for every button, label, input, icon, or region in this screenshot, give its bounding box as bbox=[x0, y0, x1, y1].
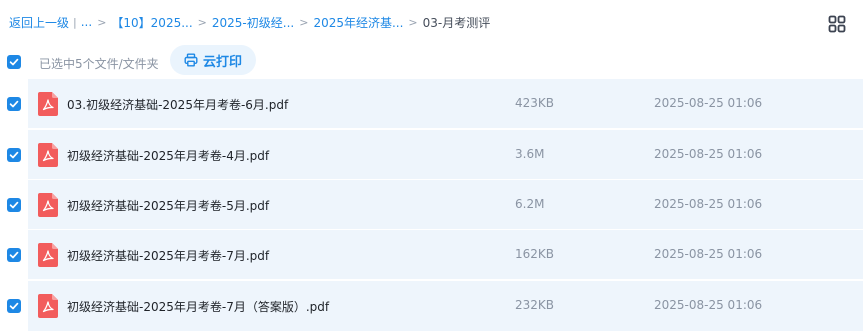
pdf-file-icon bbox=[38, 243, 58, 267]
printer-icon bbox=[184, 53, 198, 67]
file-name[interactable]: 初级经济基础-2025年月考卷-7月.pdf bbox=[67, 247, 269, 264]
file-checkbox[interactable] bbox=[7, 299, 21, 313]
breadcrumb-separator: > bbox=[197, 15, 207, 29]
file-row[interactable]: 初级经济基础-2025年月考卷-7月.pdf 162KB 2025-08-25 … bbox=[0, 230, 863, 280]
file-checkbox[interactable] bbox=[7, 248, 21, 262]
file-date: 2025-08-25 01:06 bbox=[654, 147, 763, 161]
breadcrumb-item-1[interactable]: 【10】2025... bbox=[111, 14, 192, 31]
selection-count: 已选中5个文件/文件夹 bbox=[39, 57, 159, 71]
file-checkbox[interactable] bbox=[7, 198, 21, 212]
file-checkbox[interactable] bbox=[7, 97, 21, 111]
checkmark-icon bbox=[9, 100, 19, 108]
checkmark-icon bbox=[9, 201, 19, 209]
file-row[interactable]: 初级经济基础-2025年月考卷-4月.pdf 3.6M 2025-08-25 0… bbox=[0, 130, 863, 180]
breadcrumb-item-3[interactable]: 2025年经济基... bbox=[313, 14, 403, 31]
file-name[interactable]: 03.初级经济基础-2025年月考卷-6月.pdf bbox=[67, 96, 288, 113]
file-date: 2025-08-25 01:06 bbox=[654, 298, 763, 312]
breadcrumb-separator: > bbox=[97, 15, 107, 29]
file-size: 3.6M bbox=[515, 147, 545, 161]
checkmark-icon bbox=[9, 302, 19, 310]
grid-view-icon[interactable] bbox=[828, 15, 846, 33]
cloud-print-button[interactable]: 云打印 bbox=[170, 45, 256, 75]
row-divider bbox=[28, 128, 863, 129]
pdf-file-icon bbox=[38, 143, 58, 167]
breadcrumb-divider: | bbox=[73, 15, 77, 29]
breadcrumb-separator: > bbox=[408, 15, 418, 29]
pdf-file-icon bbox=[38, 193, 58, 217]
file-size: 232KB bbox=[515, 298, 555, 312]
breadcrumb-item-2[interactable]: 2025-初级经... bbox=[212, 14, 294, 31]
breadcrumb-ellipsis[interactable]: ... bbox=[81, 15, 92, 29]
file-name[interactable]: 初级经济基础-2025年月考卷-4月.pdf bbox=[67, 147, 269, 164]
pdf-file-icon bbox=[38, 92, 58, 116]
back-link[interactable]: 返回上一级 bbox=[9, 14, 69, 31]
file-name[interactable]: 初级经济基础-2025年月考卷-5月.pdf bbox=[67, 197, 269, 214]
file-name[interactable]: 初级经济基础-2025年月考卷-7月（答案版）.pdf bbox=[67, 298, 329, 315]
row-divider bbox=[28, 279, 863, 280]
breadcrumb-current: 03-月考测评 bbox=[422, 15, 491, 30]
pdf-file-icon bbox=[38, 294, 58, 318]
checkmark-icon bbox=[9, 251, 19, 259]
file-size: 423KB bbox=[515, 96, 555, 110]
breadcrumb: 返回上一级 | ... > 【10】2025... > 2025-初级经... … bbox=[9, 12, 490, 32]
cloud-print-label: 云打印 bbox=[202, 54, 242, 70]
file-row[interactable]: 初级经济基础-2025年月考卷-5月.pdf 6.2M 2025-08-25 0… bbox=[0, 180, 863, 230]
file-date: 2025-08-25 01:06 bbox=[654, 247, 763, 261]
breadcrumb-separator: > bbox=[299, 15, 309, 29]
file-date: 2025-08-25 01:06 bbox=[654, 96, 763, 110]
checkmark-icon bbox=[9, 58, 19, 66]
selection-toolbar: 已选中5个文件/文件夹 云打印 bbox=[0, 44, 863, 78]
file-size: 162KB bbox=[515, 247, 555, 261]
file-checkbox[interactable] bbox=[7, 148, 21, 162]
file-size: 6.2M bbox=[515, 197, 545, 211]
checkmark-icon bbox=[9, 151, 19, 159]
select-all-checkbox[interactable] bbox=[7, 55, 21, 69]
file-date: 2025-08-25 01:06 bbox=[654, 197, 763, 211]
file-row[interactable]: 03.初级经济基础-2025年月考卷-6月.pdf 423KB 2025-08-… bbox=[0, 79, 863, 129]
